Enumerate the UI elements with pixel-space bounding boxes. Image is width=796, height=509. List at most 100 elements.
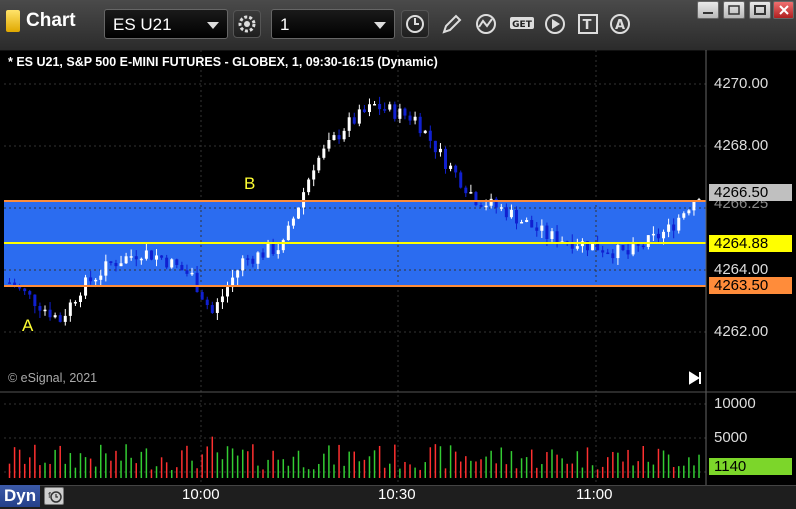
candle-body <box>428 130 432 141</box>
chart-header: * ES U21, S&P 500 E-MINI FUTURES - GLOBE… <box>8 55 438 69</box>
candle-body <box>43 309 47 312</box>
svg-text:f: f <box>48 491 51 500</box>
candle-body <box>200 292 204 300</box>
scroll-right-icon[interactable] <box>689 371 701 385</box>
candle-body <box>53 315 57 318</box>
candle-body <box>312 170 316 180</box>
candle-body <box>626 250 630 255</box>
time-label-1030: 10:30 <box>378 486 416 503</box>
price-label-4262: 4262.00 <box>714 323 769 340</box>
candle-body <box>403 108 407 116</box>
candle-body <box>515 209 518 224</box>
candle-body <box>682 213 686 218</box>
candle-body <box>226 287 230 297</box>
copyright: © eSignal, 2021 <box>8 371 98 385</box>
candle-body <box>469 192 473 194</box>
range-low-price-tag: 4263.50 <box>709 277 792 294</box>
candle-body <box>89 277 93 282</box>
candle-body <box>241 258 245 271</box>
candle-body <box>246 258 250 260</box>
candle-body <box>99 275 103 280</box>
annotation-b[interactable]: B <box>244 174 255 194</box>
price-chart[interactable] <box>0 0 796 508</box>
candle-body <box>499 207 503 209</box>
annotation-a[interactable]: A <box>22 316 33 336</box>
time-label-1000: 10:00 <box>182 486 220 503</box>
candle-body <box>347 117 351 131</box>
candle-body <box>687 210 691 214</box>
candle-body <box>378 103 382 110</box>
candle-body <box>423 130 427 134</box>
candle-body <box>575 246 579 249</box>
candle-body <box>58 315 62 322</box>
candle-body <box>444 148 448 169</box>
dynamic-mode-label[interactable]: Dyn <box>0 485 41 507</box>
volume-label-10000: 10000 <box>714 395 756 412</box>
volume-tag: 1140 <box>709 458 792 475</box>
candle-body <box>139 258 143 261</box>
candle-body <box>251 258 255 264</box>
session-button[interactable]: f <box>44 487 64 505</box>
candle-body <box>114 262 118 267</box>
price-label-4268: 4268.00 <box>714 137 769 154</box>
candle-body <box>393 104 397 119</box>
candle-body <box>28 291 32 295</box>
candle-body <box>8 282 11 284</box>
candle-body <box>373 103 377 106</box>
candle-body <box>205 299 209 306</box>
candle-body <box>48 309 52 318</box>
candle-body <box>307 179 311 193</box>
volume-label-5000: 5000 <box>714 429 748 446</box>
candle-body <box>352 117 356 124</box>
candle-body <box>535 227 539 231</box>
candle-body <box>504 207 508 218</box>
candle-body <box>631 244 635 255</box>
candle-body <box>525 220 529 222</box>
candle-body <box>160 255 164 258</box>
candle-body <box>388 104 392 110</box>
candle-body <box>484 205 488 208</box>
candle-body <box>621 245 625 251</box>
candle-body <box>119 263 123 267</box>
candle-body <box>367 104 371 113</box>
candle-body <box>454 165 458 173</box>
candle-body <box>322 148 326 158</box>
candle-body <box>449 165 453 169</box>
candle-body <box>38 306 42 311</box>
candle-body <box>175 259 179 265</box>
candle-body <box>636 244 640 246</box>
candle-body <box>545 225 549 239</box>
candle-body <box>646 235 650 247</box>
candle-body <box>662 231 666 239</box>
candle-body <box>124 256 128 264</box>
candle-body <box>357 109 361 124</box>
candle-body <box>672 224 676 231</box>
candle-body <box>296 207 300 219</box>
candle-body <box>271 243 275 254</box>
candle-body <box>459 172 463 188</box>
candle-body <box>286 225 290 241</box>
candle-body <box>606 252 610 255</box>
candle-body <box>144 250 148 259</box>
candle-body <box>611 253 615 259</box>
candle-body <box>134 256 138 260</box>
candle-body <box>383 109 387 111</box>
candle-body <box>317 157 321 171</box>
candle-body <box>362 109 366 113</box>
candle-body <box>180 264 184 271</box>
candle-body <box>23 288 27 292</box>
candle-body <box>616 245 620 259</box>
candle-body <box>281 240 285 251</box>
candle-body <box>641 245 645 248</box>
candle-body <box>479 205 483 207</box>
candle-body <box>337 135 341 140</box>
session-icon: f <box>48 491 62 503</box>
candle-body <box>78 295 82 302</box>
candle-body <box>651 233 655 236</box>
candle-body <box>129 256 133 258</box>
candle-body <box>342 130 346 140</box>
candle-body <box>18 287 22 289</box>
price-label-4270: 4270.00 <box>714 75 769 92</box>
candle-body <box>210 305 214 313</box>
time-label-1100: 11:00 <box>576 486 613 503</box>
